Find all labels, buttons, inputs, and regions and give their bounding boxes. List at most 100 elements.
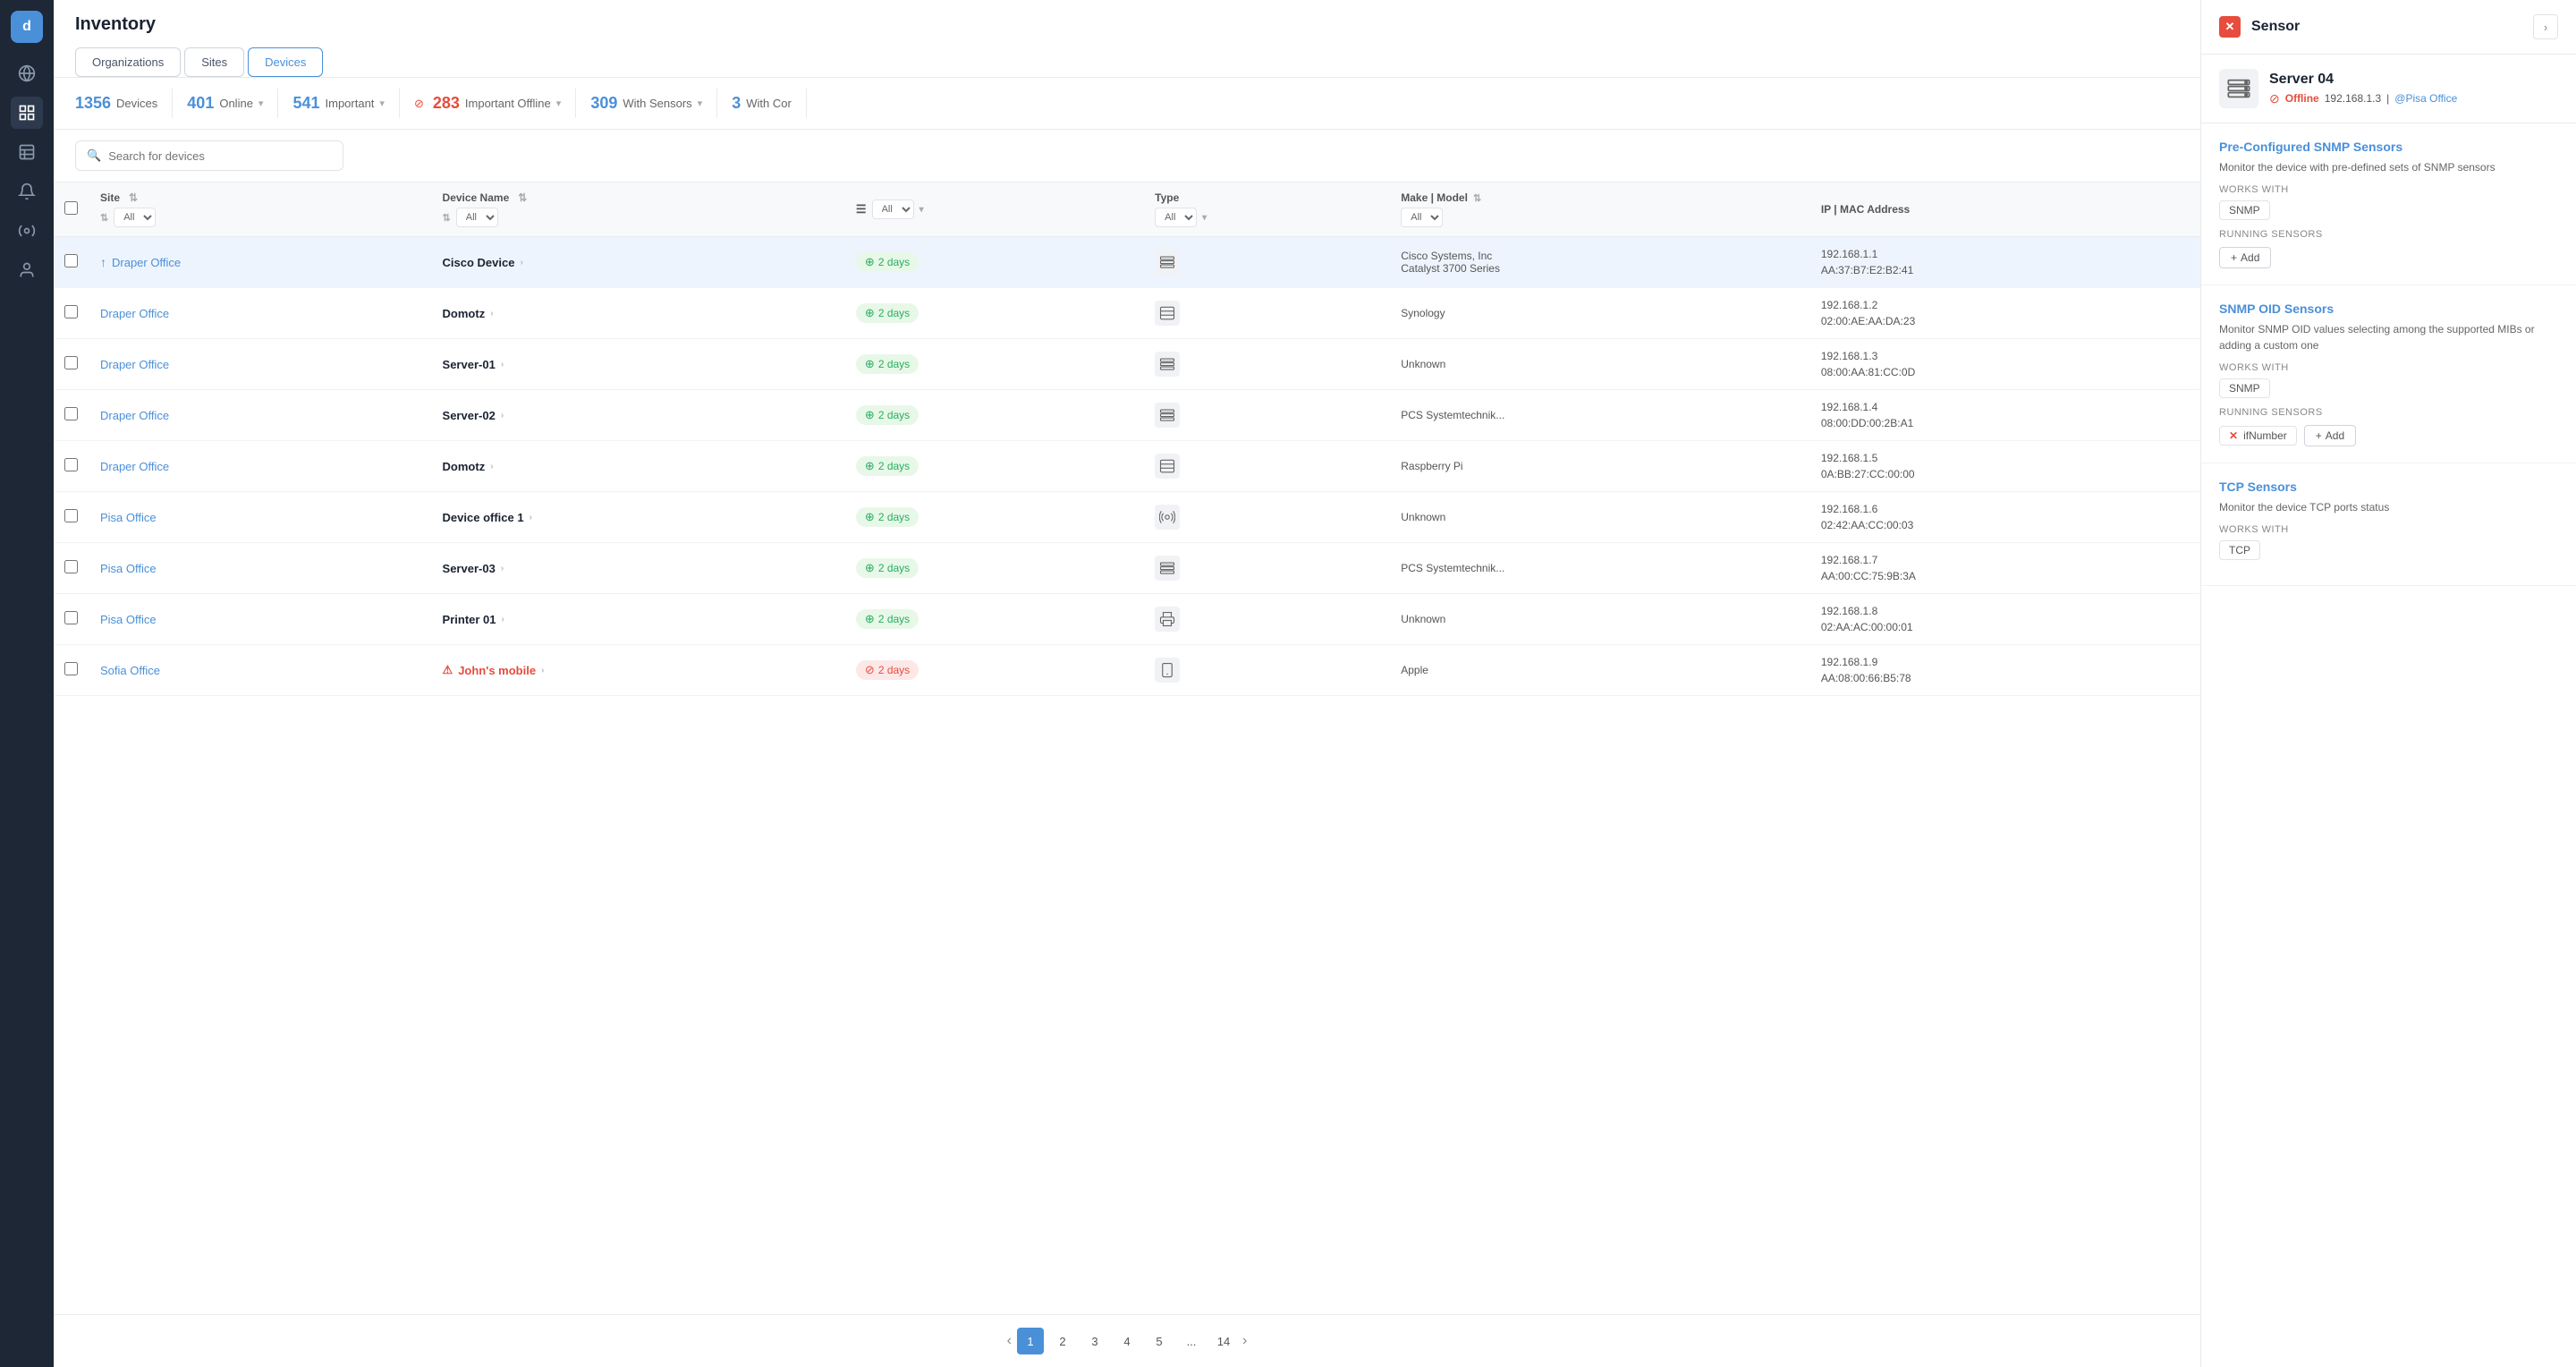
tab-devices[interactable]: Devices (248, 47, 323, 77)
prev-page-btn[interactable]: ‹ (1007, 1333, 1012, 1349)
row-chevron-icon[interactable]: › (541, 666, 544, 675)
row-checkbox[interactable] (64, 254, 78, 267)
make-name: Cisco Systems, Inc (1401, 250, 1800, 262)
sidebar: d (0, 0, 54, 1367)
status-circle-icon: ⊕ (865, 255, 875, 269)
row-checkbox[interactable] (64, 611, 78, 624)
row-checkbox[interactable] (64, 458, 78, 471)
stat-count-online: 401 (187, 94, 214, 113)
device-name-link[interactable]: Printer 01 (443, 613, 496, 626)
add-sensor-btn-0[interactable]: + Add (2219, 247, 2271, 268)
name-filter-select[interactable]: All (456, 208, 498, 227)
site-col-header: Site ⇅ ⇅ All (100, 191, 421, 227)
page-btn-4[interactable]: 4 (1114, 1328, 1140, 1354)
site-link[interactable]: Draper Office (100, 358, 169, 371)
site-link[interactable]: Draper Office (112, 256, 181, 269)
sidebar-item-inventory[interactable] (11, 97, 43, 129)
site-link[interactable]: Draper Office (100, 307, 169, 320)
select-all-checkbox[interactable] (64, 201, 78, 215)
stat-with-sensors[interactable]: 309 With Sensors ▾ (576, 89, 717, 118)
row-chevron-icon[interactable]: › (490, 309, 493, 318)
sidebar-item-alerts[interactable] (11, 175, 43, 208)
site-link[interactable]: Draper Office (100, 460, 169, 473)
site-link[interactable]: Sofia Office (100, 664, 160, 677)
row-chevron-icon[interactable]: › (490, 462, 493, 471)
works-with-label-1: Works with (2219, 362, 2558, 373)
sidebar-item-users[interactable] (11, 254, 43, 286)
site-link[interactable]: Pisa Office (100, 562, 157, 575)
add-sensor-btn-1[interactable]: + Add (2304, 425, 2356, 446)
stat-important-offline[interactable]: ⊘ 283 Important Offline ▾ (400, 89, 576, 118)
running-sensors-label-0: Running Sensors (2219, 229, 2558, 240)
row-make-cell: PCS Systemtechnik... (1390, 390, 1810, 441)
stat-with-cor[interactable]: 3 With Cor (717, 89, 807, 118)
type-filter-select[interactable]: All (1155, 208, 1197, 227)
snmp-tag-0: SNMP (2219, 200, 2270, 220)
search-input[interactable] (108, 149, 332, 163)
site-filter-select[interactable]: All (114, 208, 156, 227)
device-name-link[interactable]: Domotz (443, 460, 486, 473)
row-ip-cell: 192.168.1.2 02:00:AE:AA:DA:23 (1810, 288, 2200, 339)
ip-address: 192.168.1.8 (1821, 603, 2190, 619)
device-name-link[interactable]: Domotz (443, 307, 486, 320)
row-name-cell: Server-02 › (432, 390, 845, 441)
panel-nav-arrow[interactable]: › (2533, 14, 2558, 39)
page-btn-ellipsis: ... (1178, 1328, 1205, 1354)
page-btn-1[interactable]: 1 (1017, 1328, 1044, 1354)
sidebar-item-reports[interactable] (11, 136, 43, 168)
device-location-link[interactable]: @Pisa Office (2394, 92, 2457, 105)
remove-ifnumber-btn[interactable]: ✕ ifNumber (2219, 426, 2297, 446)
site-sort-icon[interactable]: ⇅ (129, 191, 138, 204)
tab-sites[interactable]: Sites (184, 47, 244, 77)
row-chevron-icon[interactable]: › (520, 258, 522, 267)
site-link[interactable]: Draper Office (100, 409, 169, 422)
make-col-header: Make | Model ⇅ All (1401, 191, 1800, 227)
stat-online[interactable]: 401 Online ▾ (173, 89, 278, 118)
stat-total-devices[interactable]: 1356 Devices (75, 89, 173, 118)
status-filter-select[interactable]: All (872, 200, 914, 219)
panel-close-button[interactable]: ✕ (2219, 16, 2241, 38)
row-chevron-icon[interactable]: › (502, 615, 504, 624)
row-status-cell: ⊕ 2 days (845, 492, 1144, 543)
device-name-link[interactable]: Server-01 (443, 358, 496, 371)
sidebar-item-globe[interactable] (11, 57, 43, 89)
type-col-header: Type All ▾ (1155, 191, 1379, 227)
row-status-cell: ⊕ 2 days (845, 339, 1144, 390)
next-page-btn[interactable]: › (1242, 1333, 1247, 1349)
row-chevron-icon[interactable]: › (501, 411, 504, 420)
device-name-link[interactable]: Device office 1 (443, 511, 524, 524)
site-link[interactable]: Pisa Office (100, 613, 157, 626)
make-filter-select[interactable]: All (1401, 208, 1443, 227)
site-link[interactable]: Pisa Office (100, 511, 157, 524)
sidebar-item-integrations[interactable] (11, 215, 43, 247)
mac-address: 02:00:AE:AA:DA:23 (1821, 313, 2190, 329)
device-name: Domotz › (443, 460, 835, 473)
row-chevron-icon[interactable]: › (501, 360, 504, 369)
sensor-actions-1: ✕ ifNumber + Add (2219, 425, 2558, 446)
row-checkbox[interactable] (64, 509, 78, 522)
site-sort-dir-icon: ⇅ (100, 212, 108, 224)
row-checkbox[interactable] (64, 356, 78, 369)
tab-organizations[interactable]: Organizations (75, 47, 181, 77)
page-btn-14[interactable]: 14 (1210, 1328, 1237, 1354)
filter-icon-important-offline: ▾ (556, 98, 562, 109)
row-chevron-icon[interactable]: › (501, 564, 504, 573)
filter-icon-important: ▾ (379, 98, 385, 109)
stat-important[interactable]: 541 Important ▾ (278, 89, 400, 118)
row-checkbox[interactable] (64, 407, 78, 420)
row-checkbox[interactable] (64, 305, 78, 318)
device-name-link[interactable]: Server-02 (443, 409, 496, 422)
device-name-link[interactable]: Server-03 (443, 562, 496, 575)
row-checkbox[interactable] (64, 560, 78, 573)
row-checkbox[interactable] (64, 662, 78, 675)
app-logo[interactable]: d (11, 11, 43, 43)
device-name-link[interactable]: Cisco Device (443, 256, 515, 269)
col-checkbox (54, 183, 89, 237)
row-chevron-icon[interactable]: › (530, 513, 532, 522)
device-name-link[interactable]: John's mobile (458, 664, 536, 677)
page-btn-2[interactable]: 2 (1049, 1328, 1076, 1354)
page-btn-5[interactable]: 5 (1146, 1328, 1173, 1354)
name-sort-icon[interactable]: ⇅ (518, 191, 527, 204)
page-btn-3[interactable]: 3 (1081, 1328, 1108, 1354)
device-type-icon (1155, 658, 1180, 683)
